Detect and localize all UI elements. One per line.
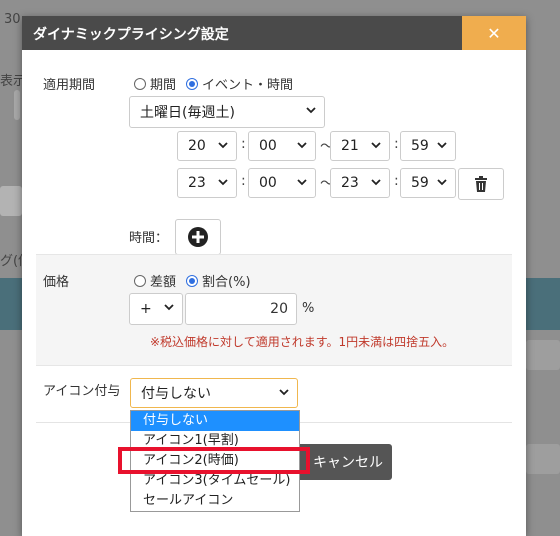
background-box: [14, 90, 20, 120]
radio-event-time[interactable]: [186, 77, 199, 90]
chevron-down-icon: [437, 179, 447, 186]
ratio-input[interactable]: 20: [185, 293, 297, 325]
dropdown-option[interactable]: セールアイコン: [131, 491, 299, 511]
chevron-down-icon: [218, 179, 228, 186]
period-section: 適用期間 期間 イベント・時間 土曜日(毎週土) 20 : 00 ～ 21 : …: [36, 64, 512, 255]
add-time-button[interactable]: [175, 219, 221, 255]
radio-ratio-label[interactable]: 割合(%): [202, 271, 251, 290]
end-minute-select[interactable]: 59: [400, 168, 456, 198]
radio-difference[interactable]: [134, 274, 146, 287]
colon-separator: :: [241, 173, 246, 189]
start-hour-value: 20: [188, 138, 206, 154]
chevron-down-icon: [437, 142, 447, 149]
percent-unit: %: [302, 301, 315, 316]
cancel-button-label: キャンセル: [313, 455, 383, 471]
dialog-title: ダイナミックプライシング設定: [33, 27, 229, 43]
start-hour-select[interactable]: 23: [177, 168, 237, 198]
chevron-down-icon: [371, 142, 381, 149]
chevron-down-icon: [297, 142, 307, 149]
background-bar: [0, 278, 22, 330]
start-minute-value: 00: [259, 138, 277, 154]
background-box: [526, 340, 560, 370]
chevron-down-icon: [297, 179, 307, 186]
radio-ratio[interactable]: [186, 274, 199, 287]
chevron-down-icon: [371, 179, 381, 186]
dialog-header: ダイナミックプライシング設定 ✕: [22, 16, 526, 50]
radio-period[interactable]: [134, 77, 146, 90]
end-minute-select[interactable]: 59: [400, 131, 456, 161]
start-minute-value: 00: [259, 175, 277, 191]
start-hour-select[interactable]: 20: [177, 131, 237, 161]
colon-separator: :: [241, 136, 246, 152]
dropdown-option[interactable]: アイコン3(タイムセール): [131, 471, 299, 491]
start-minute-select[interactable]: 00: [248, 131, 316, 161]
trash-icon: [475, 176, 487, 192]
sign-select[interactable]: +: [129, 293, 183, 325]
plus-circle-icon: [188, 227, 208, 247]
period-label: 適用期間: [43, 78, 96, 93]
background-box: [0, 186, 22, 216]
icon-select[interactable]: 付与しない: [130, 378, 298, 408]
end-hour-value: 23: [341, 175, 359, 191]
day-select-value: 土曜日(毎週土): [140, 105, 235, 121]
background-box: [526, 444, 560, 474]
chevron-down-icon: [279, 389, 289, 396]
price-note: ※税込価格に対して適用されます。1円未満は四捨五入。: [150, 335, 455, 349]
cancel-button[interactable]: キャンセル: [296, 444, 392, 480]
radio-event-time-label[interactable]: イベント・時間: [202, 74, 293, 93]
chevron-down-icon: [218, 142, 228, 149]
dropdown-option[interactable]: 付与しない: [131, 411, 299, 431]
radio-difference-label[interactable]: 差額: [150, 271, 176, 290]
close-x-icon: ✕: [487, 23, 501, 43]
background-bar: [526, 278, 560, 330]
end-hour-select[interactable]: 21: [330, 131, 390, 161]
price-label: 価格: [43, 275, 70, 290]
radio-period-label[interactable]: 期間: [150, 74, 176, 93]
background-fragment-top: 30: [4, 12, 21, 27]
end-minute-value: 59: [411, 138, 429, 154]
icon-select-value: 付与しない: [141, 386, 211, 402]
end-hour-select[interactable]: 23: [330, 168, 390, 198]
period-radio-group: 期間 イベント・時間: [134, 74, 303, 93]
chevron-down-icon: [164, 304, 174, 311]
chevron-down-icon: [306, 107, 316, 114]
sign-select-value: +: [140, 301, 152, 317]
close-button[interactable]: ✕: [462, 16, 526, 50]
ratio-input-value: 20: [270, 301, 288, 317]
start-minute-select[interactable]: 00: [248, 168, 316, 198]
end-minute-value: 59: [411, 175, 429, 191]
colon-separator: :: [394, 136, 399, 152]
price-radio-group: 差額 割合(%): [134, 271, 261, 290]
highlight-box: [118, 447, 310, 474]
time-label: 時間：: [129, 231, 169, 246]
colon-separator: :: [394, 173, 399, 189]
start-hour-value: 23: [188, 175, 206, 191]
day-select[interactable]: 土曜日(毎週土): [129, 96, 325, 128]
delete-row-button[interactable]: [458, 168, 504, 200]
price-section: 価格 差額 割合(%) + 20 % ※税込価格に対して適用されます。1円未満は…: [36, 254, 512, 366]
end-hour-value: 21: [341, 138, 359, 154]
icon-label: アイコン付与: [43, 384, 121, 399]
